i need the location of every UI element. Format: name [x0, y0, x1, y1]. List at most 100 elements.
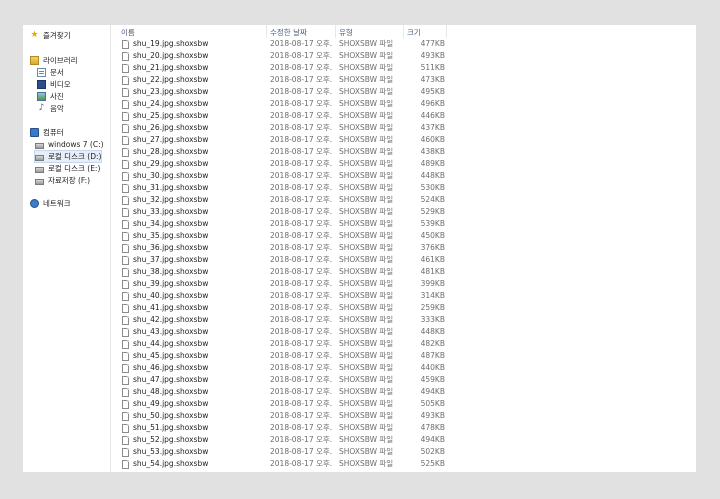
pane-divider[interactable] — [110, 25, 111, 472]
nav-libraries[interactable]: 라이브러리 — [30, 55, 78, 66]
hard-drive-icon — [35, 154, 44, 161]
nav-pictures[interactable]: 사진 — [37, 91, 64, 102]
nav-drive-f[interactable]: 자료저장 (F:) — [35, 175, 90, 186]
file-row[interactable]: shu_38.jpg.shoxsbw 2018-08-17 오후... SHOXSB… — [119, 266, 459, 278]
file-size: 446KB — [420, 111, 445, 120]
file-row[interactable]: shu_23.jpg.shoxsbw 2018-08-17 오후... SHOXSB… — [119, 86, 459, 98]
file-type: SHOXSBW 파일 — [339, 327, 394, 336]
file-date: 2018-08-17 오후... — [270, 315, 332, 324]
file-size: 524KB — [420, 195, 445, 204]
file-row[interactable]: shu_52.jpg.shoxsbw 2018-08-17 오후... SHOXSB… — [119, 434, 459, 446]
file-row[interactable]: shu_25.jpg.shoxsbw 2018-08-17 오후... SHOXSB… — [119, 110, 459, 122]
file-name: shu_35.jpg.shoxsbw — [133, 231, 209, 240]
file-name: shu_53.jpg.shoxsbw — [133, 447, 209, 456]
file-row[interactable]: shu_37.jpg.shoxsbw 2018-08-17 오후... SHOXSB… — [119, 254, 459, 266]
column-header-size[interactable]: 크기 — [407, 27, 421, 38]
file-row[interactable]: shu_40.jpg.shoxsbw 2018-08-17 오후... SHOXSB… — [119, 290, 459, 302]
file-row[interactable]: shu_35.jpg.shoxsbw 2018-08-17 오후... SHOXSB… — [119, 230, 459, 242]
file-date: 2018-08-17 오후... — [270, 303, 332, 312]
file-name: shu_25.jpg.shoxsbw — [133, 111, 209, 120]
star-icon: ★ — [30, 30, 39, 40]
file-size: 487KB — [420, 351, 445, 360]
nav-network-label: 네트워크 — [43, 199, 71, 208]
file-row[interactable]: shu_31.jpg.shoxsbw 2018-08-17 오후... SHOXSB… — [119, 182, 459, 194]
file-icon — [122, 124, 129, 133]
file-date: 2018-08-17 오후... — [270, 339, 332, 348]
file-size: 399KB — [420, 279, 445, 288]
file-row[interactable]: shu_39.jpg.shoxsbw 2018-08-17 오후... SHOXSB… — [119, 278, 459, 290]
nav-pictures-label: 사진 — [50, 92, 64, 101]
nav-music[interactable]: ♪ 음악 — [37, 103, 64, 114]
file-row[interactable]: shu_54.jpg.shoxsbw 2018-08-17 오후... SHOXSB… — [119, 458, 459, 470]
file-size: 448KB — [420, 171, 445, 180]
file-type: SHOXSBW 파일 — [339, 195, 394, 204]
file-type: SHOXSBW 파일 — [339, 303, 394, 312]
file-type: SHOXSBW 파일 — [339, 219, 394, 228]
file-date: 2018-08-17 오후... — [270, 387, 332, 396]
nav-network[interactable]: 네트워크 — [30, 198, 71, 209]
column-header-date[interactable]: 수정한 날짜 — [270, 27, 307, 38]
file-date: 2018-08-17 오후... — [270, 351, 332, 360]
file-name: shu_36.jpg.shoxsbw — [133, 243, 209, 252]
column-header-name[interactable]: 이름 — [121, 27, 135, 38]
file-row[interactable]: shu_51.jpg.shoxsbw 2018-08-17 오후... SHOXSB… — [119, 422, 459, 434]
file-size: 259KB — [420, 303, 445, 312]
file-name: shu_31.jpg.shoxsbw — [133, 183, 209, 192]
nav-videos[interactable]: 비디오 — [37, 79, 71, 90]
file-date: 2018-08-17 오후... — [270, 135, 332, 144]
file-row[interactable]: shu_24.jpg.shoxsbw 2018-08-17 오후... SHOXSB… — [119, 98, 459, 110]
file-row[interactable]: shu_49.jpg.shoxsbw 2018-08-17 오후... SHOXSB… — [119, 398, 459, 410]
file-row[interactable]: shu_32.jpg.shoxsbw 2018-08-17 오후... SHOXSB… — [119, 194, 459, 206]
file-name: shu_46.jpg.shoxsbw — [133, 363, 209, 372]
file-icon — [122, 460, 129, 469]
file-icon — [122, 88, 129, 97]
nav-computer[interactable]: 컴퓨터 — [30, 127, 64, 138]
file-row[interactable]: shu_34.jpg.shoxsbw 2018-08-17 오후... SHOXSB… — [119, 218, 459, 230]
computer-icon — [30, 128, 39, 137]
hard-drive-icon — [35, 166, 44, 173]
column-divider[interactable] — [446, 25, 447, 38]
file-row[interactable]: shu_45.jpg.shoxsbw 2018-08-17 오후... SHOXSB… — [119, 350, 459, 362]
nav-computer-label: 컴퓨터 — [43, 128, 64, 137]
file-row[interactable]: shu_53.jpg.shoxsbw 2018-08-17 오후... SHOXSB… — [119, 446, 459, 458]
file-row[interactable]: shu_27.jpg.shoxsbw 2018-08-17 오후... SHOXSB… — [119, 134, 459, 146]
column-divider[interactable] — [403, 25, 404, 38]
file-icon — [122, 40, 129, 49]
file-row[interactable]: shu_47.jpg.shoxsbw 2018-08-17 오후... SHOXSB… — [119, 374, 459, 386]
file-row[interactable]: shu_19.jpg.shoxsbw 2018-08-17 오후... SHOXSB… — [119, 38, 459, 50]
file-row[interactable]: shu_29.jpg.shoxsbw 2018-08-17 오후... SHOXSB… — [119, 158, 459, 170]
file-row[interactable]: shu_41.jpg.shoxsbw 2018-08-17 오후... SHOXSB… — [119, 302, 459, 314]
nav-drive-e[interactable]: 로컬 디스크 (E:) — [35, 163, 100, 174]
file-row[interactable]: shu_44.jpg.shoxsbw 2018-08-17 오후... SHOXSB… — [119, 338, 459, 350]
file-row[interactable]: shu_36.jpg.shoxsbw 2018-08-17 오후... SHOXSB… — [119, 242, 459, 254]
column-divider[interactable] — [335, 25, 336, 38]
file-row[interactable]: shu_21.jpg.shoxsbw 2018-08-17 오후... SHOXSB… — [119, 62, 459, 74]
file-row[interactable]: shu_28.jpg.shoxsbw 2018-08-17 오후... SHOXSB… — [119, 146, 459, 158]
file-type: SHOXSBW 파일 — [339, 99, 394, 108]
file-row[interactable]: shu_42.jpg.shoxsbw 2018-08-17 오후... SHOXSB… — [119, 314, 459, 326]
column-divider[interactable] — [266, 25, 267, 38]
file-row[interactable]: shu_46.jpg.shoxsbw 2018-08-17 오후... SHOXSB… — [119, 362, 459, 374]
nav-documents-label: 문서 — [50, 68, 64, 77]
file-type: SHOXSBW 파일 — [339, 159, 394, 168]
file-row[interactable]: shu_48.jpg.shoxsbw 2018-08-17 오후... SHOXSB… — [119, 386, 459, 398]
column-header-type[interactable]: 유형 — [339, 27, 353, 38]
file-date: 2018-08-17 오후... — [270, 63, 332, 72]
file-row[interactable]: shu_22.jpg.shoxsbw 2018-08-17 오후... SHOXSB… — [119, 74, 459, 86]
nav-drive-c[interactable]: windows 7 (C:) — [35, 139, 104, 150]
file-row[interactable]: shu_43.jpg.shoxsbw 2018-08-17 오후... SHOXSB… — [119, 326, 459, 338]
file-row[interactable]: shu_20.jpg.shoxsbw 2018-08-17 오후... SHOXSB… — [119, 50, 459, 62]
nav-libraries-label: 라이브러리 — [43, 56, 78, 65]
file-icon — [122, 112, 129, 121]
nav-drive-d[interactable]: 로컬 디스크 (D:) — [33, 150, 103, 163]
file-type: SHOXSBW 파일 — [339, 183, 394, 192]
file-size: 333KB — [420, 315, 445, 324]
file-row[interactable]: shu_30.jpg.shoxsbw 2018-08-17 오후... SHOXSB… — [119, 170, 459, 182]
file-row[interactable]: shu_50.jpg.shoxsbw 2018-08-17 오후... SHOXSB… — [119, 410, 459, 422]
file-type: SHOXSBW 파일 — [339, 171, 394, 180]
file-row[interactable]: shu_26.jpg.shoxsbw 2018-08-17 오후... SHOXSB… — [119, 122, 459, 134]
file-name: shu_48.jpg.shoxsbw — [133, 387, 209, 396]
file-row[interactable]: shu_33.jpg.shoxsbw 2018-08-17 오후... SHOXSB… — [119, 206, 459, 218]
nav-favorites[interactable]: ★ 즐겨찾기 — [30, 30, 70, 41]
nav-documents[interactable]: 문서 — [37, 67, 64, 78]
